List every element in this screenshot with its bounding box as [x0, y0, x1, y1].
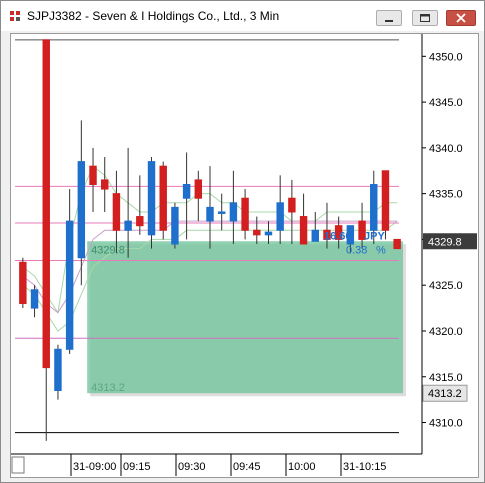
time-tick-label: 09:30 — [178, 461, 206, 473]
candle-body[interactable] — [147, 161, 156, 236]
candle-body[interactable] — [393, 238, 401, 250]
candle-body[interactable] — [311, 229, 319, 242]
minimize-button[interactable] — [376, 10, 402, 26]
candle-body[interactable] — [299, 216, 308, 245]
candle-body[interactable] — [370, 183, 378, 231]
candle-body[interactable] — [112, 193, 121, 231]
price-chart[interactable]: 4329.8 4313.2 16.60 JPY 0.38% 4350.0 4345.0 43… — [11, 34, 478, 477]
candle-body[interactable] — [241, 197, 249, 231]
price-tick-label: 4335.0 — [429, 189, 463, 201]
percent-sign-label: % — [376, 244, 386, 256]
change-points-label: 16.60 — [324, 230, 352, 242]
upper-price-label: 4329.8 — [91, 244, 125, 256]
candle-body[interactable] — [194, 179, 203, 199]
restore-button[interactable] — [412, 10, 438, 26]
candle-body[interactable] — [217, 211, 226, 214]
candle-body[interactable] — [182, 183, 191, 199]
candle-body[interactable] — [381, 170, 390, 231]
time-tick-label: 31-09:00 — [73, 461, 116, 473]
candle-body[interactable] — [229, 202, 238, 222]
candle-body[interactable] — [65, 220, 74, 350]
time-tick-label: 31-10:15 — [343, 461, 386, 473]
price-tick-label: 4350.0 — [429, 51, 463, 63]
candle-body[interactable] — [136, 216, 144, 227]
price-tick-label: 4320.0 — [429, 326, 463, 338]
corner-box[interactable] — [11, 456, 25, 474]
candle-body[interactable] — [124, 220, 132, 231]
close-icon — [456, 13, 466, 23]
price-tick-label: 4310.0 — [429, 418, 463, 430]
window-title: SJPJ3382 - Seven & I Holdings Co., Ltd.,… — [27, 9, 280, 23]
time-tick-label: 09:45 — [233, 461, 261, 473]
candle-body[interactable] — [276, 202, 284, 231]
price-tick-label: 4340.0 — [429, 143, 463, 155]
candle-body[interactable] — [288, 197, 296, 213]
candle-body[interactable] — [264, 231, 273, 236]
last-price-label: 4329.8 — [428, 236, 462, 248]
change-percent-label: 0.38 — [346, 244, 367, 256]
chart-window: SJPJ3382 - Seven & I Holdings Co., Ltd.,… — [0, 0, 485, 483]
bar-chart-icon — [10, 11, 20, 21]
minimize-icon — [385, 20, 393, 22]
candle-body[interactable] — [253, 229, 261, 236]
close-button[interactable] — [446, 10, 476, 26]
candle-body[interactable] — [54, 348, 62, 391]
candle-body[interactable] — [42, 39, 50, 369]
price-tick-label: 4315.0 — [429, 372, 463, 384]
price-tick-label: 4325.0 — [429, 280, 463, 292]
candle-body[interactable] — [171, 206, 179, 245]
chart-area[interactable]: 4329.8 4313.2 16.60 JPY 0.38% 4350.0 4345.0 43… — [10, 33, 479, 478]
change-unit-label: JPY — [364, 230, 385, 242]
title-bar[interactable]: SJPJ3382 - Seven & I Holdings Co., Ltd.,… — [1, 1, 484, 31]
candle-body[interactable] — [77, 161, 86, 259]
measure-region[interactable] — [87, 241, 403, 394]
restore-icon — [420, 14, 430, 22]
candle-body[interactable] — [206, 206, 214, 222]
time-tick-label: 10:00 — [288, 461, 316, 473]
candle-body[interactable] — [101, 179, 109, 190]
candle-body[interactable] — [19, 261, 27, 305]
candle-body[interactable] — [30, 289, 39, 309]
anchor-price-label: 4313.2 — [428, 388, 462, 400]
price-tick-label: 4345.0 — [429, 97, 463, 109]
time-tick-label: 09:15 — [123, 461, 151, 473]
candle-body[interactable] — [159, 165, 167, 231]
lower-price-label: 4313.2 — [91, 382, 125, 394]
candle-body[interactable] — [89, 165, 97, 185]
